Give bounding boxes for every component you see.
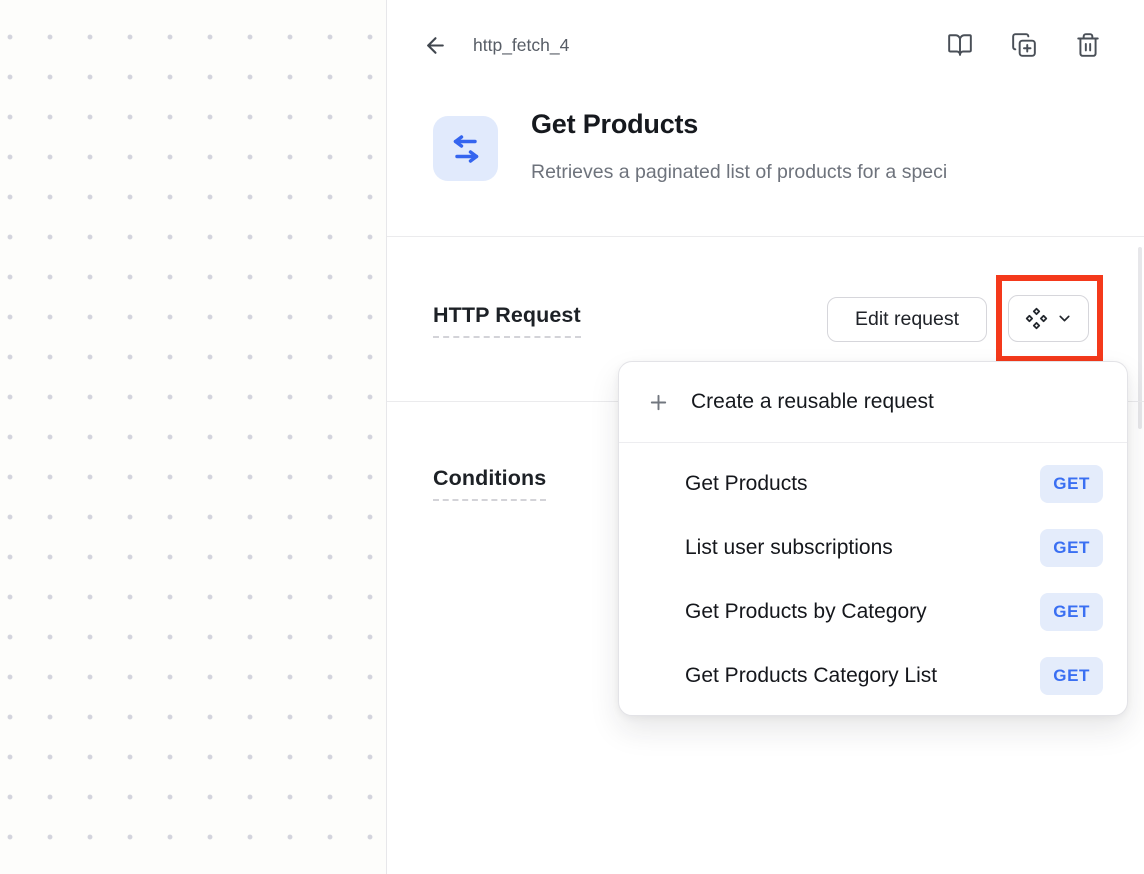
workflow-editor-screen: http_fetch_4 Get Products Retrieves a pa… xyxy=(0,0,1144,874)
edit-request-button[interactable]: Edit request xyxy=(827,297,987,342)
component-diamonds-icon xyxy=(1024,306,1049,331)
http-request-section-label[interactable]: HTTP Request xyxy=(433,303,581,338)
menu-item-label: Get Products by Category xyxy=(685,600,927,624)
menu-item-label: Get Products Category List xyxy=(685,664,937,688)
menu-item-get-products-by-category[interactable]: Get Products by Category GET xyxy=(619,580,1127,644)
transfer-arrows-icon xyxy=(448,131,484,167)
create-reusable-request-label: Create a reusable request xyxy=(691,390,934,414)
conditions-section-label[interactable]: Conditions xyxy=(433,466,546,501)
http-method-badge: GET xyxy=(1040,593,1103,631)
menu-item-label: List user subscriptions xyxy=(685,536,893,560)
arrow-left-icon xyxy=(423,33,448,58)
header-action-buttons xyxy=(947,32,1101,58)
node-app-icon-tile xyxy=(433,116,498,181)
node-title: Get Products xyxy=(531,109,698,140)
node-id-label: http_fetch_4 xyxy=(473,35,569,56)
plus-icon xyxy=(647,391,670,414)
http-method-badge: GET xyxy=(1040,657,1103,695)
http-method-badge: GET xyxy=(1040,529,1103,567)
reusable-request-dropdown-menu: Create a reusable request Get Products G… xyxy=(618,361,1128,716)
workflow-canvas[interactable] xyxy=(0,0,386,874)
delete-trash-icon[interactable] xyxy=(1075,32,1101,58)
reusable-request-list: Get Products GET List user subscriptions… xyxy=(619,443,1127,715)
reusable-request-menu-button[interactable] xyxy=(1008,295,1089,342)
section-divider xyxy=(387,236,1144,237)
create-reusable-request-item[interactable]: Create a reusable request xyxy=(619,362,1127,442)
menu-item-get-products[interactable]: Get Products GET xyxy=(619,452,1127,516)
duplicate-icon[interactable] xyxy=(1011,32,1037,58)
chevron-down-icon xyxy=(1056,310,1073,327)
docs-book-icon[interactable] xyxy=(947,32,973,58)
node-inspector-panel: http_fetch_4 Get Products Retrieves a pa… xyxy=(386,0,1144,874)
menu-item-get-products-category-list[interactable]: Get Products Category List GET xyxy=(619,644,1127,708)
back-button[interactable] xyxy=(421,31,449,59)
menu-item-list-user-subscriptions[interactable]: List user subscriptions GET xyxy=(619,516,1127,580)
node-description: Retrieves a paginated list of products f… xyxy=(531,161,1115,184)
http-method-badge: GET xyxy=(1040,465,1103,503)
menu-item-label: Get Products xyxy=(685,472,808,496)
